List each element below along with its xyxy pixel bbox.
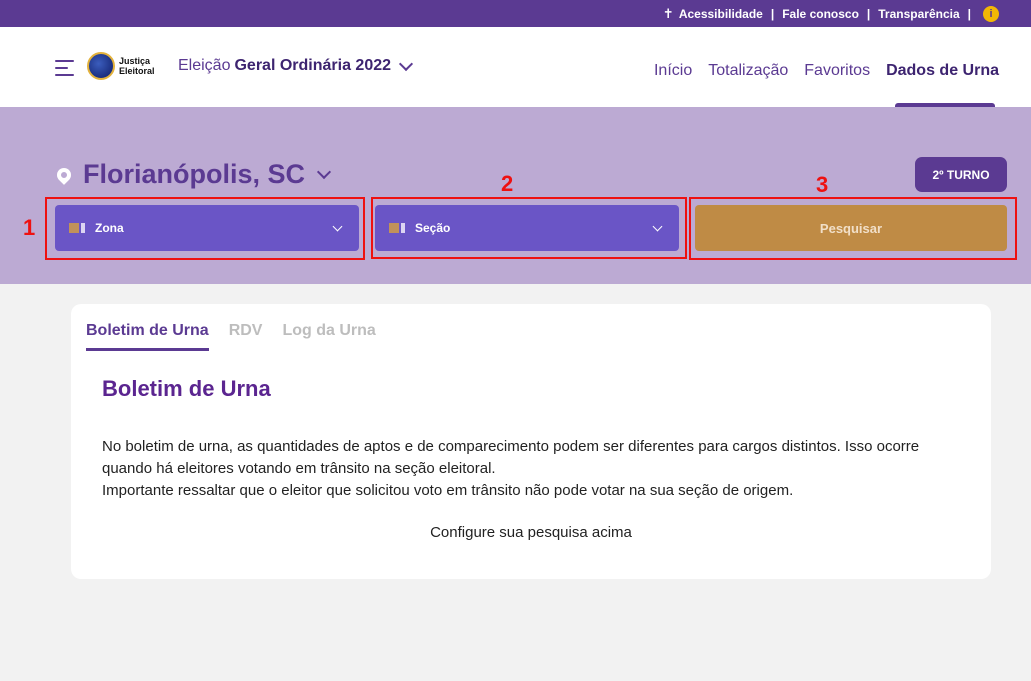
accessibility-icon: ✝ bbox=[662, 5, 674, 21]
top-utility-bar: ✝ Acessibilidade | Fale conosco | Transp… bbox=[0, 0, 1031, 27]
election-prefix: Eleição bbox=[178, 57, 231, 74]
annotation-box-3 bbox=[689, 197, 1017, 260]
logo-text: Justiça Eleitoral bbox=[119, 56, 155, 76]
nav-inicio[interactable]: Início bbox=[654, 62, 692, 80]
annotation-number-3: 3 bbox=[816, 172, 829, 197]
justica-eleitoral-logo[interactable]: Justiça Eleitoral bbox=[87, 52, 155, 80]
location-name: Florianópolis, SC bbox=[83, 159, 306, 189]
card-description: No boletim de urna, as quantidades de ap… bbox=[102, 436, 972, 502]
nav-favoritos[interactable]: Favoritos bbox=[804, 62, 870, 80]
annotation-number-2: 2 bbox=[501, 171, 514, 196]
turno-button[interactable]: 2º TURNO bbox=[915, 157, 1007, 192]
description-line-2: Importante ressaltar que o eleitor que s… bbox=[102, 482, 794, 499]
results-card: Boletim de Urna RDV Log da Urna Boletim … bbox=[71, 304, 991, 579]
location-selector[interactable]: Florianópolis, SC bbox=[54, 159, 332, 190]
tab-log-da-urna[interactable]: Log da Urna bbox=[282, 322, 375, 351]
tab-boletim-de-urna[interactable]: Boletim de Urna bbox=[86, 322, 209, 351]
election-selector[interactable]: Eleição Geral Ordinária 2022 bbox=[178, 56, 414, 75]
card-tabs: Boletim de Urna RDV Log da Urna bbox=[86, 322, 396, 351]
globe-icon bbox=[87, 52, 115, 80]
annotation-box-1 bbox=[45, 197, 365, 260]
site-header: Justiça Eleitoral Eleição Geral Ordinári… bbox=[0, 27, 1031, 107]
separator: | bbox=[866, 6, 871, 21]
nav-totalizacao[interactable]: Totalização bbox=[708, 62, 788, 80]
description-line-1: No boletim de urna, as quantidades de ap… bbox=[102, 438, 920, 477]
election-name: Geral Ordinária 2022 bbox=[234, 57, 392, 74]
annotation-number-1: 1 bbox=[23, 215, 36, 240]
nav-dados-de-urna[interactable]: Dados de Urna bbox=[886, 62, 999, 80]
accessibility-link[interactable]: Acessibilidade bbox=[679, 7, 763, 21]
info-icon[interactable]: i bbox=[983, 5, 999, 22]
map-pin-icon bbox=[54, 164, 74, 185]
annotation-box-2 bbox=[371, 197, 687, 259]
chevron-down-icon bbox=[316, 164, 332, 180]
search-hint: Configure sua pesquisa acima bbox=[430, 524, 632, 541]
main-nav: Início Totalização Favoritos Dados de Ur… bbox=[638, 62, 999, 80]
search-band: Florianópolis, SC 2º TURNO Zona Seção Pe… bbox=[0, 107, 1031, 284]
card-title: Boletim de Urna bbox=[102, 376, 271, 401]
tab-rdv[interactable]: RDV bbox=[229, 322, 263, 351]
menu-icon[interactable] bbox=[55, 60, 75, 76]
transparency-link[interactable]: Transparência bbox=[878, 7, 959, 21]
separator: | bbox=[770, 6, 775, 21]
contact-link[interactable]: Fale conosco bbox=[782, 7, 859, 21]
separator: | bbox=[967, 6, 971, 21]
chevron-down-icon bbox=[398, 56, 414, 71]
